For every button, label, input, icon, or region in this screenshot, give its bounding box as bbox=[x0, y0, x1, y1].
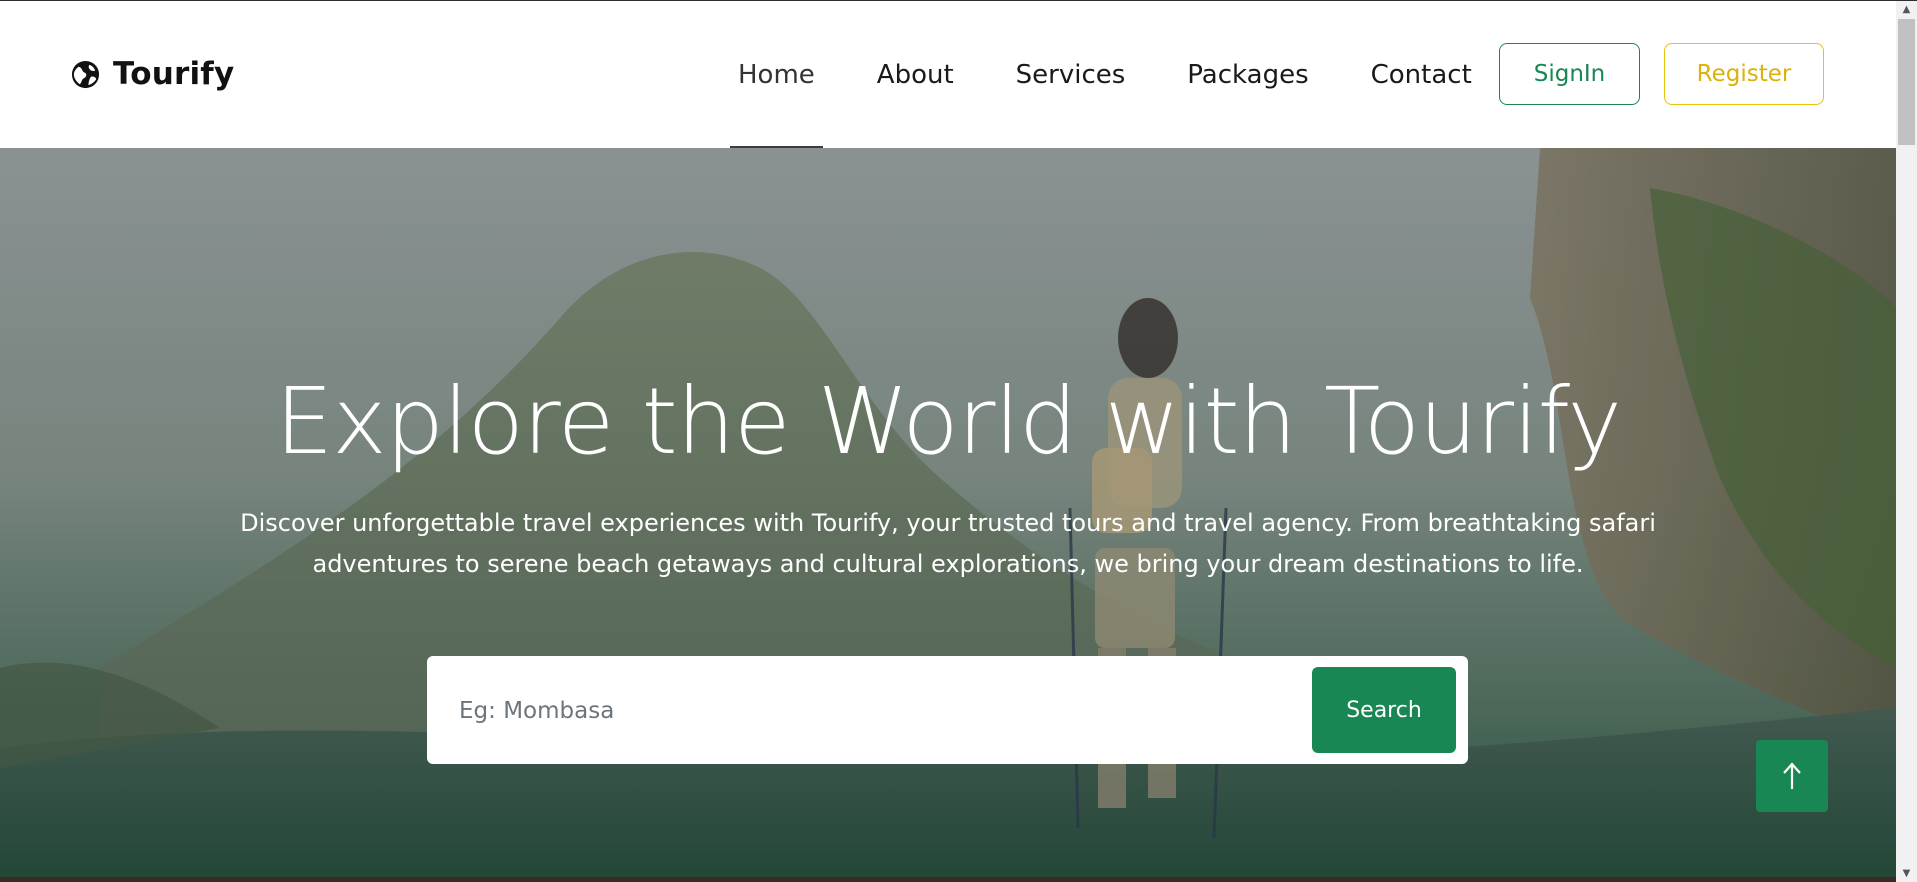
nav-item-label: Packages bbox=[1187, 59, 1309, 90]
nav-item-home[interactable]: Home bbox=[725, 1, 828, 149]
brand-logo[interactable]: Tourify bbox=[70, 56, 234, 92]
register-button[interactable]: Register bbox=[1664, 43, 1824, 105]
scroll-down-arrow-icon[interactable]: ▼ bbox=[1896, 865, 1917, 882]
nav-item-label: Contact bbox=[1370, 59, 1472, 90]
nav-item-services[interactable]: Services bbox=[1003, 1, 1139, 148]
nav-item-label: Services bbox=[1015, 59, 1126, 90]
brand-name: Tourify bbox=[113, 56, 235, 92]
scroll-up-arrow-icon[interactable]: ▲ bbox=[1896, 1, 1917, 18]
globe-icon bbox=[71, 60, 100, 88]
vertical-scrollbar[interactable]: ▲ ▼ bbox=[1896, 1, 1917, 882]
signin-button[interactable]: SignIn bbox=[1499, 43, 1640, 105]
search-button[interactable]: Search bbox=[1312, 667, 1456, 753]
site-header: Tourify Home About Services Packages Con… bbox=[0, 1, 1896, 149]
nav-item-label: Home bbox=[738, 59, 815, 90]
hero-content: Explore the World with Tourify Discover … bbox=[0, 148, 1896, 878]
nav-item-about[interactable]: About bbox=[864, 1, 967, 148]
nav-item-label: About bbox=[876, 59, 954, 90]
arrow-up-icon bbox=[1783, 762, 1801, 789]
page: Tourify Home About Services Packages Con… bbox=[0, 0, 1896, 882]
nav-item-contact[interactable]: Contact bbox=[1358, 1, 1485, 148]
nav-item-packages[interactable]: Packages bbox=[1174, 1, 1321, 148]
back-to-top-button[interactable] bbox=[1756, 740, 1828, 812]
scrollbar-thumb[interactable] bbox=[1898, 19, 1915, 145]
window-top-border bbox=[0, 0, 1917, 1]
bottom-strip bbox=[0, 877, 1896, 882]
search-bar: Search bbox=[427, 656, 1468, 764]
hero-title: Explore the World with Tourify bbox=[275, 368, 1622, 475]
hero-section: Explore the World with Tourify Discover … bbox=[0, 148, 1896, 878]
main-nav: Home About Services Packages Contact bbox=[725, 1, 1521, 149]
search-input[interactable] bbox=[457, 680, 1281, 742]
hero-subtitle: Discover unforgettable travel experience… bbox=[240, 509, 1656, 578]
